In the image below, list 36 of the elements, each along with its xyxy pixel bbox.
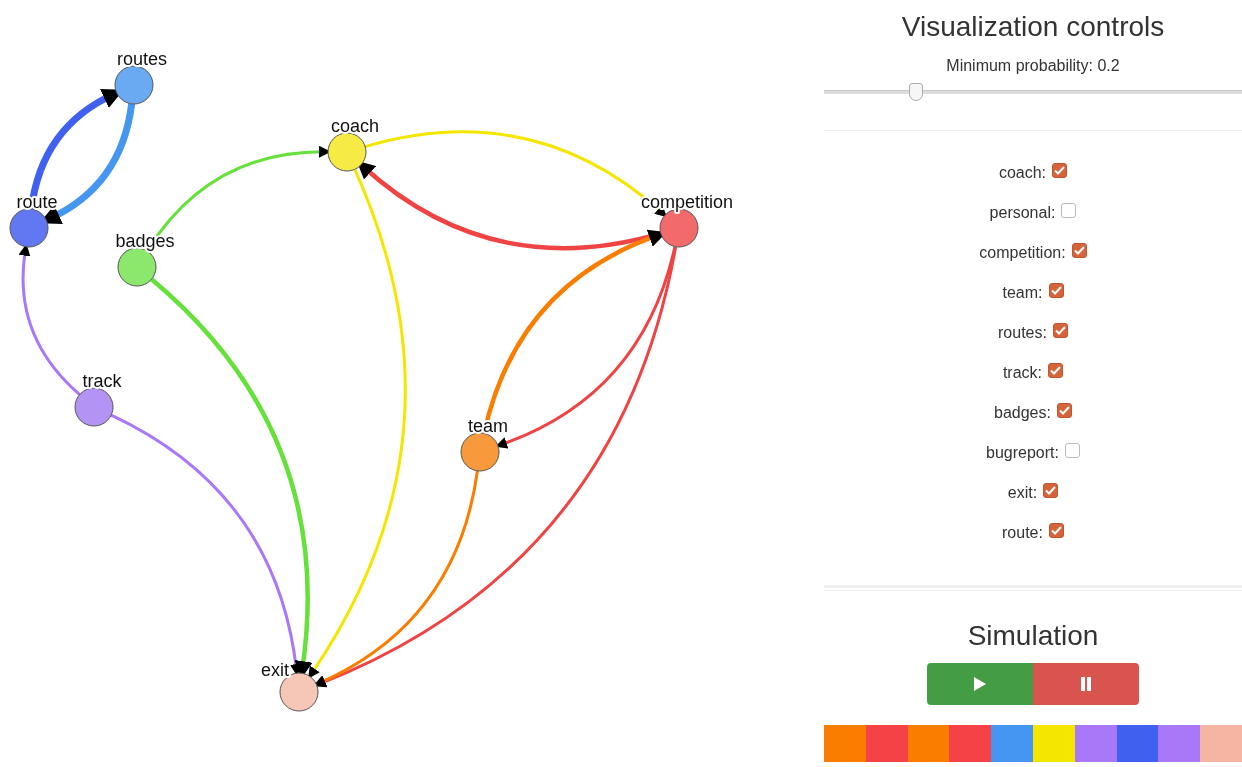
pause-icon [1081,677,1091,691]
checkbox[interactable] [1064,442,1080,458]
checkbox[interactable] [1048,362,1064,378]
graph-node[interactable] [74,387,114,427]
node-label: exit [261,660,289,680]
node-label: coach [331,116,379,136]
filter-label: personal: [989,204,1056,222]
filter-label: track: [1002,364,1043,382]
checkbox[interactable] [1043,482,1059,498]
checkbox[interactable] [1061,202,1077,218]
graph-node[interactable] [9,208,49,248]
graph-node[interactable] [114,65,154,105]
filter-label: coach: [998,164,1047,182]
filter-label: team: [1002,284,1043,302]
filter-label: route: [1002,524,1043,542]
filter-label: exit: [1007,484,1038,502]
pause-button[interactable] [1033,663,1139,705]
slider-label: Minimum probability: 0.2 [946,56,1120,76]
checkbox[interactable] [1071,242,1087,258]
filter-label: routes: [998,324,1047,342]
checkbox[interactable] [1056,402,1072,418]
checkbox[interactable] [1048,282,1064,298]
filter-label: bugreport: [986,444,1059,462]
node-label: track [82,371,122,391]
play-icon [974,677,986,691]
section-title: Simulation [967,619,1099,653]
checkbox[interactable] [1048,522,1064,538]
filter-label: competition: [979,244,1066,262]
checkbox[interactable] [1052,322,1068,338]
panel-title: Visualization controls [901,10,1165,44]
graph-node[interactable] [327,132,367,172]
node-label: routes [117,49,167,69]
filter-label: badges: [994,404,1051,422]
checkbox[interactable] [1052,162,1068,178]
graph-node[interactable] [460,432,500,472]
slider-thumb[interactable] [908,83,923,101]
